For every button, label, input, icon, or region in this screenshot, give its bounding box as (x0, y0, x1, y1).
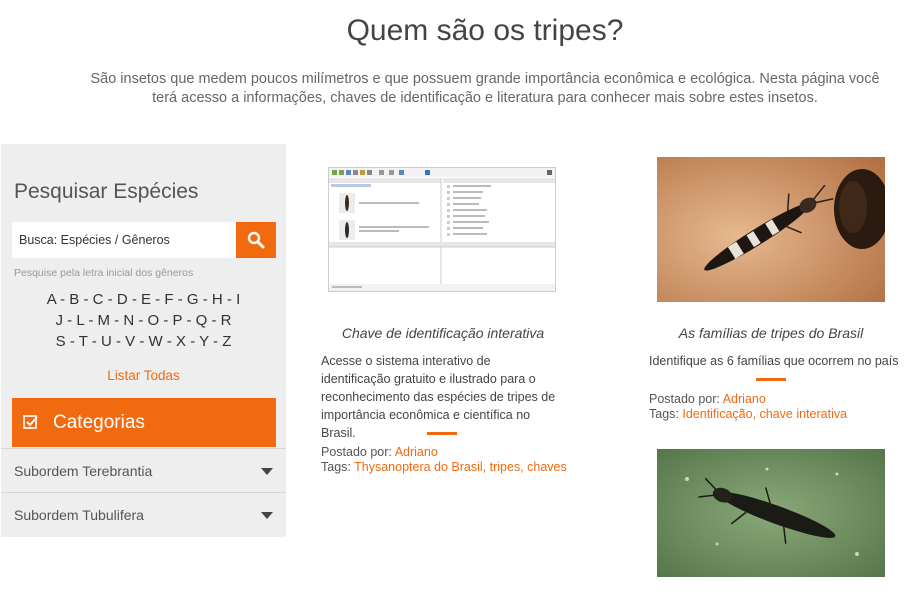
alphabet-row: J - L - M - N - O - P - Q - R (1, 310, 286, 331)
post-meta: Postado por: Adriano Tags: Identificação… (649, 392, 847, 422)
alphabet-letter-link[interactable]: N (123, 312, 134, 329)
category-label: Subordem Tubulifera (14, 507, 144, 523)
alphabet-separator: - (208, 333, 223, 350)
alphabet-letter-link[interactable]: X (176, 333, 186, 350)
author-link[interactable]: Adriano (723, 392, 766, 406)
tags-label: Tags: (649, 407, 679, 421)
alphabet-separator: - (84, 312, 98, 329)
category-tubulifera[interactable]: Subordem Tubulifera (1, 492, 286, 537)
post-title-link[interactable]: Chave de identificação interativa (318, 325, 568, 341)
alphabet-letter-link[interactable]: V (125, 333, 135, 350)
posted-by-label: Postado por: (321, 445, 392, 459)
alphabet-separator: - (110, 312, 124, 329)
alphabet-separator: - (159, 312, 173, 329)
tags-links[interactable]: Identificação, chave interativa (682, 407, 847, 421)
post-excerpt: Acesse o sistema interativo de identific… (321, 354, 556, 440)
posted-by-label: Postado por: (649, 392, 720, 406)
alphabet-letter-link[interactable]: Y (199, 333, 209, 350)
alphabet-separator: - (79, 291, 93, 308)
alphabet-letter-link[interactable]: D (117, 291, 128, 308)
alphabet-separator: - (127, 291, 141, 308)
alphabet-separator: - (134, 312, 148, 329)
alphabet-letter-link[interactable]: L (76, 312, 84, 329)
caret-down-icon[interactable] (261, 511, 273, 519)
category-label: Subordem Terebrantia (14, 463, 153, 479)
alphabet-letter-link[interactable]: J (56, 312, 64, 329)
alphabet-separator: - (207, 312, 221, 329)
post-thumbnail-thrips-leaf-photo[interactable] (657, 449, 885, 577)
tags-label: Tags: (321, 460, 351, 474)
author-link[interactable]: Adriano (395, 445, 438, 459)
alphabet-separator: - (103, 291, 117, 308)
post-excerpt: Identifique as 6 famílias que ocorrem no… (649, 354, 899, 368)
alphabet-separator: - (198, 291, 212, 308)
alphabet-separator: - (173, 291, 187, 308)
alphabet-letter-link[interactable]: R (221, 312, 232, 329)
alphabet-letter-link[interactable]: G (187, 291, 199, 308)
alphabet-separator: - (65, 333, 79, 350)
checkbox-icon (23, 415, 38, 429)
search-hint: Pesquise pela letra inicial dos gêneros (14, 267, 194, 279)
caret-down-icon[interactable] (261, 467, 273, 475)
search-input[interactable] (12, 222, 236, 258)
alphabet-separator: - (63, 312, 77, 329)
sidebar-title: Pesquisar Espécies (14, 180, 199, 203)
alphabet-letter-link[interactable]: S (56, 333, 66, 350)
category-terebrantia[interactable]: Subordem Terebrantia (1, 448, 286, 493)
tags-links[interactable]: Thysanoptera do Brasil, tripes, chaves (354, 460, 567, 474)
alphabet-letter-link[interactable]: U (101, 333, 112, 350)
page-title: Quem são os tripes? (346, 14, 624, 47)
alphabet-separator: - (182, 312, 196, 329)
search-button[interactable] (236, 222, 276, 258)
alphabet-letter-link[interactable]: B (69, 291, 79, 308)
categories-header: Categorias (12, 398, 276, 447)
categories-label: Categorias (53, 411, 145, 433)
alphabet-separator: - (111, 333, 126, 350)
alphabet-separator: - (151, 291, 165, 308)
search-icon (247, 231, 265, 249)
post-meta: Postado por: Adriano Tags: Thysanoptera … (321, 445, 567, 475)
alphabet-row: A - B - C - D - E - F - G - H - I (1, 289, 286, 310)
alphabet-letter-link[interactable]: H (212, 291, 223, 308)
alphabet-separator: - (135, 333, 149, 350)
alphabet-letter-link[interactable]: W (149, 333, 163, 350)
search-form (12, 222, 276, 258)
alphabet-letter-link[interactable]: I (236, 291, 240, 308)
alphabet-letter-link[interactable]: C (93, 291, 104, 308)
post-title-link[interactable]: As famílias de tripes do Brasil (646, 325, 896, 341)
alphabet-letter-link[interactable]: E (141, 291, 151, 308)
post-divider (427, 432, 457, 435)
post-divider (756, 378, 786, 381)
alphabet-letter-link[interactable]: A (47, 291, 56, 308)
list-all-link[interactable]: Listar Todas (1, 368, 286, 383)
species-search-sidebar: Pesquisar Espécies Pesquise pela letra i… (1, 144, 286, 537)
alphabet-letter-link[interactable]: P (173, 312, 183, 329)
post-thumbnail-thrips-photo[interactable] (657, 157, 885, 302)
alphabet-letter-link[interactable]: F (164, 291, 173, 308)
alphabet-separator: - (55, 291, 70, 308)
page-intro: São insetos que medem poucos milímetros … (90, 71, 880, 106)
post-thumbnail-software[interactable] (328, 167, 556, 292)
alphabet-letter-link[interactable]: Z (222, 333, 231, 350)
alphabet-separator: - (162, 333, 177, 350)
alphabet-letter-link[interactable]: M (98, 312, 111, 329)
alphabet-separator: - (222, 291, 237, 308)
alphabet-letter-link[interactable]: Q (196, 312, 208, 329)
alphabet-letter-link[interactable]: O (148, 312, 160, 329)
alphabet-row: S - T - U - V - W - X - Y - Z (1, 331, 286, 352)
alphabet-separator: - (87, 333, 101, 350)
alphabet-letter-link[interactable]: T (79, 333, 88, 350)
alphabet-index: A - B - C - D - E - F - G - H - IJ - L -… (1, 289, 286, 352)
alphabet-separator: - (186, 333, 200, 350)
